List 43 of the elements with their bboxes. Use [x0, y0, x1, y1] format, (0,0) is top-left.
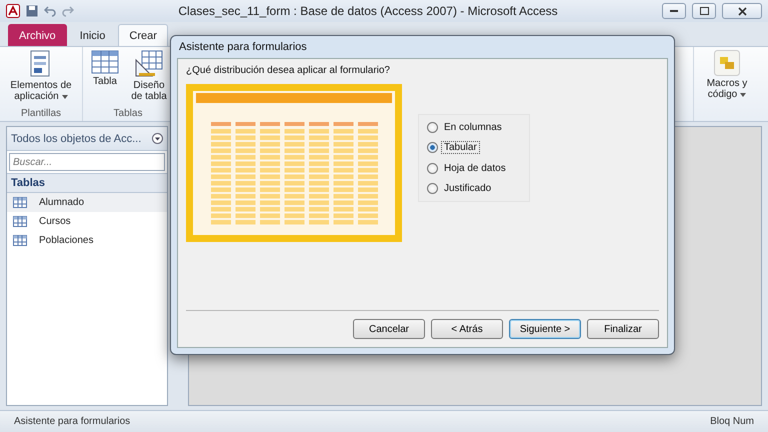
status-text: Asistente para formularios [14, 416, 130, 427]
layout-radio-option[interactable]: Justificado [427, 182, 521, 196]
table-design-icon [135, 50, 163, 78]
group-label: Plantillas [20, 108, 62, 121]
layout-radio-option[interactable]: En columnas [427, 120, 521, 134]
ribbon-command[interactable]: Diseño de tabla [129, 49, 169, 108]
close-icon [738, 6, 746, 16]
ribbon-tab[interactable]: Inicio [68, 24, 116, 46]
status-indicator: Bloq Num [710, 416, 754, 427]
layout-radio-option[interactable]: Hoja de datos [427, 162, 521, 175]
ribbon-command[interactable]: Macros y código [698, 49, 756, 121]
navigation-item[interactable]: Alumnado [7, 193, 167, 212]
ribbon-tab[interactable]: Archivo [8, 24, 67, 46]
close-button[interactable] [722, 3, 762, 19]
dialog-button[interactable]: Finalizar [587, 319, 659, 339]
section-header: Tablas [7, 173, 167, 193]
dialog-button[interactable]: Siguiente > [509, 319, 581, 339]
group-label: Tablas [112, 108, 144, 121]
navigation-pane-title: Todos los objetos de Acc... [11, 132, 142, 144]
undo-icon[interactable] [44, 5, 56, 17]
search-field[interactable]: Buscar... [9, 153, 165, 171]
dialog-button[interactable]: < Atrás [431, 319, 503, 339]
minimize-icon [670, 10, 678, 12]
dialog-title: Asistente para formularios [178, 40, 308, 55]
window-title: Clases_sec_11_form : Base de datos (Access 2007) - Microsoft Access [177, 4, 559, 18]
table-icon [13, 235, 27, 246]
access-logo-icon [6, 4, 20, 18]
maximize-icon [700, 7, 708, 15]
form-icon [30, 50, 52, 78]
dialog-button[interactable]: Cancelar [353, 319, 425, 339]
table-icon [13, 216, 27, 227]
layout-radio-option[interactable]: Tabular [427, 141, 521, 154]
table-icon [91, 50, 119, 74]
dropdown-icon[interactable] [152, 133, 163, 144]
minimize-button[interactable] [662, 3, 686, 19]
ribbon-command[interactable]: Tabla [87, 49, 123, 108]
maximize-button[interactable] [692, 3, 716, 19]
table-icon [13, 197, 27, 208]
ribbon-command[interactable]: Elementos de aplicación [4, 49, 78, 108]
save-icon[interactable] [26, 5, 38, 17]
macro-icon [714, 50, 740, 76]
question-text: ¿Qué distribución desea aplicar al formulario? [186, 65, 391, 76]
ribbon-tab[interactable]: Crear [118, 24, 168, 46]
